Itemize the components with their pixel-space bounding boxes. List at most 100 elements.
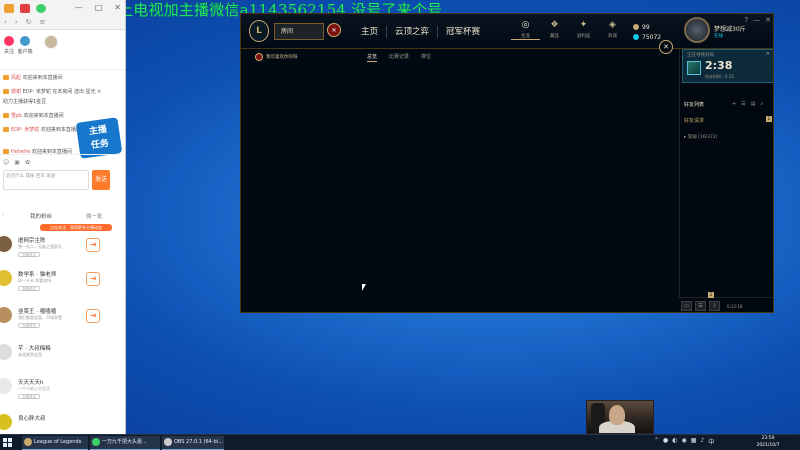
follow-back-button[interactable]: ⇥ — [86, 309, 100, 323]
list-item[interactable]: 芊 · 大叔梅梅 欢迎来到这里 — [0, 342, 125, 374]
friend-requests-label: 好友请求 — [684, 118, 705, 124]
fan-name: 韭菜王 · 嗑嗑嗑 — [18, 309, 57, 315]
forward-icon[interactable]: › — [15, 18, 18, 26]
tab-match-history[interactable]: 比赛记录 — [389, 53, 409, 62]
windows-start-icon[interactable] — [3, 438, 13, 448]
chat-text: EDP· 米梦蛇 在本房间 送出 星光 × — [22, 89, 102, 95]
chat-user[interactable]: 风起 — [11, 75, 21, 81]
avatar — [0, 344, 12, 360]
avatar[interactable] — [44, 35, 58, 49]
chat-input[interactable]: 说点什么 或按 回车 发送 — [3, 170, 89, 190]
network-icon[interactable]: ▦ — [691, 437, 697, 446]
play-button[interactable]: 房间 — [274, 23, 324, 40]
taskbar-item-browser[interactable]: 一万九千把大头嘉... — [90, 436, 160, 450]
add-friend-icon[interactable]: + — [732, 101, 736, 107]
tray-expand-icon[interactable]: ⌃ — [654, 437, 659, 446]
list-item[interactable]: 良心胖大叔 — [0, 412, 125, 434]
nav-store[interactable]: ◈ 商城 — [598, 18, 627, 40]
maximize-button[interactable]: □ — [95, 3, 103, 12]
nav-store-label: 商城 — [608, 34, 617, 39]
tab-overview[interactable]: 总览 — [367, 53, 378, 62]
leave-party-button[interactable]: ✕ — [327, 23, 341, 37]
lol-main-nav: 主页 云顶之弈 冠军杯赛 — [353, 26, 488, 38]
store-icon: ◈ — [609, 20, 616, 30]
missions-icon[interactable]: ☰ — [695, 301, 706, 311]
tab-icon[interactable] — [4, 4, 14, 13]
tray-app-icon[interactable]: ◉ — [682, 437, 687, 446]
friends-group[interactable]: ▸ 常规 (16/372) — [684, 134, 717, 140]
chat-text: 助力主播获得1金豆 — [3, 99, 47, 105]
chat-text: 欢迎来到本直播间 — [22, 75, 63, 81]
input-method-icon[interactable]: 中 — [708, 437, 714, 446]
gift-icon[interactable]: ✿ — [25, 159, 30, 166]
system-tray: ⌃ ● ◐ ◉ ▦ ♪ 中 — [654, 437, 714, 446]
close-overlay-button[interactable]: ✕ — [659, 40, 673, 54]
chat-user[interactable]: 雪pk — [11, 113, 22, 119]
close-button[interactable]: ✕ — [114, 3, 121, 12]
back-icon[interactable]: ‹ — [4, 18, 7, 26]
nav-clash[interactable]: 冠军杯赛 — [437, 26, 488, 38]
client-button[interactable]: 客户端 — [16, 36, 34, 55]
nav-tft[interactable]: 云顶之弈 — [386, 26, 437, 38]
fan-desc: 欢迎来到这里 — [18, 352, 42, 357]
nav-profile[interactable]: ◎ 生涯 — [511, 18, 540, 40]
chevron-left-icon[interactable]: ‹ — [2, 212, 4, 218]
list-item[interactable]: 天天天天h 一个人的上分生活 互相关注 — [0, 376, 125, 408]
riot-points: 75072 — [633, 32, 661, 42]
emoji-icon[interactable]: ☺ — [3, 159, 9, 166]
taskbar-item-obs[interactable]: OBS 27.0.1 (64-bi... — [162, 436, 224, 450]
chat-user[interactable]: 感谢 — [11, 89, 21, 95]
nav-home[interactable]: 主页 — [353, 26, 386, 38]
refresh-icon[interactable]: ↻ — [26, 18, 32, 26]
chat-panel-titlebar: — □ ✕ ‹ › ↻ ≡ — [0, 0, 125, 30]
list-icon[interactable]: ☰ — [741, 101, 745, 107]
queue-status[interactable]: 正在寻找对局 ✕ 2:38 估计时间 : 0:32 — [682, 49, 773, 83]
chat-user[interactable]: EDP· 米梦蛇 — [11, 127, 39, 133]
list-item[interactable]: 数学系 · 猫老师 Dr—u-ki 你喜欢吗 互相关注 ⇥ — [0, 268, 125, 300]
mutual-follow-tag: 互相关注 — [18, 323, 40, 328]
tray-app-icon[interactable]: ● — [663, 437, 668, 446]
nav-collection[interactable]: ❖ 藏品 — [540, 18, 569, 40]
taskbar-item-lol[interactable]: League of Legends — [22, 436, 88, 450]
chat-icon[interactable]: ▭ — [681, 301, 692, 311]
minimize-button[interactable]: — — [753, 16, 760, 24]
fans-title: 我的粉丝 — [30, 214, 53, 220]
volume-icon[interactable]: ♪ — [700, 437, 704, 446]
search-icon[interactable]: ⌕ — [760, 101, 763, 107]
list-item[interactable]: 韭菜王 · 嗑嗑嗑 我们都是韭菜，不如享受 互相关注 ⇥ — [0, 305, 125, 337]
tab-icon[interactable] — [36, 4, 46, 13]
taskbar-item-label: 一万九千把大头嘉... — [102, 439, 147, 445]
avatar — [0, 307, 12, 323]
help-icon[interactable]: ? — [744, 16, 748, 24]
image-icon[interactable]: ▣ — [14, 159, 20, 166]
taskbar-item-label: League of Legends — [34, 439, 82, 445]
avatar[interactable] — [684, 17, 710, 43]
minimize-button[interactable]: — — [75, 3, 83, 12]
riot-points-icon — [633, 34, 639, 40]
close-button[interactable]: ✕ — [765, 16, 771, 24]
summoner-status[interactable]: 在线 — [714, 33, 723, 39]
send-button[interactable]: 发送 — [92, 170, 110, 190]
system-clock[interactable]: 23:50 2021/10/7 — [748, 436, 788, 449]
list-item[interactable]: 虐网宗主陈 独一无二，无敌之国家队 互相关注 ⇥ — [0, 234, 125, 266]
currency-display[interactable]: 99 75072 — [633, 22, 661, 42]
nav-loot-label: 战利品 — [576, 34, 591, 39]
streamer-task-banner[interactable]: 主播 任务 — [75, 117, 123, 159]
mutual-follow-tag: 互相关注 — [18, 252, 40, 257]
menu-icon[interactable]: ≡ — [40, 18, 46, 26]
nav-loot[interactable]: ✦ 战利品 — [569, 18, 598, 40]
friend-requests[interactable]: 好友请求 2 — [684, 116, 772, 124]
streamer-face — [609, 405, 625, 425]
follow-back-button[interactable]: ⇥ — [86, 272, 100, 286]
tab-ranked[interactable]: 排位 — [421, 53, 431, 62]
tray-app-icon[interactable]: ◐ — [672, 437, 677, 446]
tab-icon[interactable] — [20, 4, 30, 13]
folder-icon[interactable]: ▤ — [751, 101, 756, 107]
lol-logo-icon[interactable]: L — [249, 20, 269, 42]
follow-back-button[interactable]: ⇥ — [86, 238, 100, 252]
cancel-queue-button[interactable]: ✕ — [766, 51, 770, 57]
lobby-room[interactable]: 我可喜欢你的呀 — [255, 52, 298, 62]
chat-message: 助力主播获得1金豆 — [3, 98, 46, 105]
voice-icon[interactable]: ♪ — [709, 301, 720, 311]
refresh-fans-button[interactable]: 换一批 — [86, 212, 103, 220]
